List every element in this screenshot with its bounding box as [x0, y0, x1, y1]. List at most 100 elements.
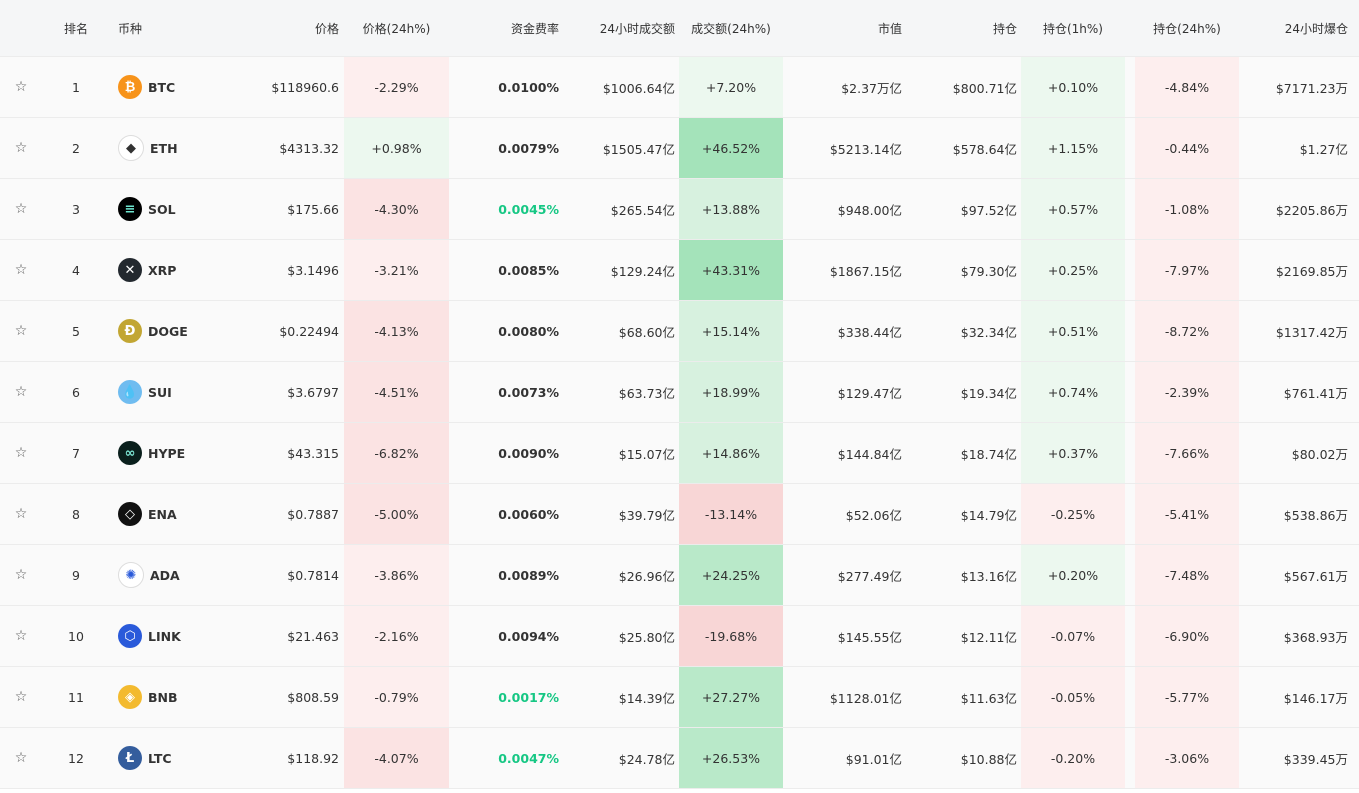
price-change-cell: -3.21%: [344, 240, 449, 300]
price-cell: $43.315: [287, 445, 339, 461]
oi-24h-cell: -4.84%: [1135, 57, 1239, 117]
funding-rate-cell: 0.0080%: [498, 323, 559, 339]
liquidation-cell: $80.02万: [1291, 446, 1348, 462]
open-interest-cell: $97.52亿: [960, 202, 1017, 218]
oi-1h-cell: +0.25%: [1021, 240, 1125, 300]
favorite-star-icon[interactable]: ☆: [0, 606, 42, 666]
rank-cell: 3: [72, 201, 80, 217]
price-change-cell: -5.00%: [344, 484, 449, 544]
price-change-cell: -0.79%: [344, 667, 449, 727]
volume-cell: $26.96亿: [618, 568, 675, 584]
volume-change-cell: +46.52%: [679, 118, 783, 178]
table-row[interactable]: ☆ 4 ✕ XRP $3.1496 -3.21% 0.0085% $129.24亿 +43.31…: [0, 240, 1359, 301]
open-interest-cell: $800.71亿: [952, 80, 1017, 96]
header-market-cap[interactable]: 市值: [783, 0, 902, 56]
favorite-star-icon[interactable]: ☆: [0, 728, 42, 788]
rank-cell: 5: [72, 323, 80, 339]
header-open-interest[interactable]: 持仓: [902, 0, 1017, 56]
header-rank[interactable]: 排名: [42, 0, 110, 56]
table-row[interactable]: ☆ 1 ₿ BTC $118960.6 -2.29% 0.0100% $1006.64亿 +7.…: [0, 57, 1359, 118]
market-cap-cell: $144.84亿: [837, 446, 902, 462]
oi-24h-cell: -7.66%: [1135, 423, 1239, 483]
rank-cell: 10: [68, 628, 84, 644]
bnb-icon: ◈: [118, 685, 142, 709]
price-change-cell: -2.29%: [344, 57, 449, 117]
liquidation-cell: $2205.86万: [1275, 202, 1348, 218]
table-row[interactable]: ☆ 9 ✺ ADA $0.7814 -3.86% 0.0089% $26.96亿 +24.25%…: [0, 545, 1359, 606]
favorite-star-icon[interactable]: ☆: [0, 545, 42, 605]
table-row[interactable]: ☆ 10 ⬡ LINK $21.463 -2.16% 0.0094% $25.80亿 -19.6…: [0, 606, 1359, 667]
header-oi-1h[interactable]: 持仓(1h%): [1021, 0, 1125, 56]
favorite-star-icon[interactable]: ☆: [0, 179, 42, 239]
price-cell: $118960.6: [271, 79, 339, 95]
oi-1h-cell: -0.20%: [1021, 728, 1125, 788]
market-cap-cell: $1867.15亿: [829, 263, 902, 279]
liquidation-cell: $7171.23万: [1275, 80, 1348, 96]
volume-cell: $1006.64亿: [602, 80, 675, 96]
price-change-cell: -3.86%: [344, 545, 449, 605]
funding-rate-cell: 0.0047%: [498, 750, 559, 766]
volume-change-cell: -13.14%: [679, 484, 783, 544]
favorite-star-icon[interactable]: ☆: [0, 118, 42, 178]
table-row[interactable]: ☆ 6 💧 SUI $3.6797 -4.51% 0.0073% $63.73亿 +18.99%…: [0, 362, 1359, 423]
header-volume-change[interactable]: 成交额(24h%): [679, 0, 783, 56]
header-price-change[interactable]: 价格(24h%): [344, 0, 449, 56]
coin-symbol: BTC: [148, 79, 176, 95]
volume-cell: $14.39亿: [618, 690, 675, 706]
volume-change-cell: -19.68%: [679, 606, 783, 666]
open-interest-cell: $18.74亿: [960, 446, 1017, 462]
market-cap-cell: $1128.01亿: [829, 690, 902, 706]
coin-symbol: ADA: [150, 567, 180, 583]
coin-symbol: HYPE: [148, 445, 186, 461]
price-cell: $4313.32: [279, 140, 339, 156]
header-price[interactable]: 价格: [228, 0, 339, 56]
oi-24h-cell: -7.97%: [1135, 240, 1239, 300]
volume-change-cell: +13.88%: [679, 179, 783, 239]
table-row[interactable]: ☆ 12 Ł LTC $118.92 -4.07% 0.0047% $24.78亿 +26.53…: [0, 728, 1359, 789]
ethereum-icon: ◆: [118, 135, 144, 161]
cardano-icon: ✺: [118, 562, 144, 588]
liquidation-cell: $538.86万: [1283, 507, 1348, 523]
favorite-star-icon[interactable]: ☆: [0, 423, 42, 483]
oi-24h-cell: -2.39%: [1135, 362, 1239, 422]
table-row[interactable]: ☆ 3 ≡ SOL $175.66 -4.30% 0.0045% $265.54亿 +13.88…: [0, 179, 1359, 240]
liquidation-cell: $146.17万: [1283, 690, 1348, 706]
volume-cell: $15.07亿: [618, 446, 675, 462]
oi-24h-cell: -8.72%: [1135, 301, 1239, 361]
table-row[interactable]: ☆ 2 ◆ ETH $4313.32 +0.98% 0.0079% $1505.47亿 +46.…: [0, 118, 1359, 179]
liquidation-cell: $761.41万: [1283, 385, 1348, 401]
header-oi-24h[interactable]: 持仓(24h%): [1135, 0, 1239, 56]
favorite-star-icon[interactable]: ☆: [0, 240, 42, 300]
funding-rate-cell: 0.0017%: [498, 689, 559, 705]
ethena-icon: ◇: [118, 502, 142, 526]
favorite-star-icon[interactable]: ☆: [0, 484, 42, 544]
market-cap-cell: $338.44亿: [837, 324, 902, 340]
table-body: ☆ 1 ₿ BTC $118960.6 -2.29% 0.0100% $1006.64亿 +7.…: [0, 57, 1359, 789]
table-row[interactable]: ☆ 5 Ð DOGE $0.22494 -4.13% 0.0080% $68.60亿 +15.1…: [0, 301, 1359, 362]
header-liquidation[interactable]: 24小时爆仓: [1239, 0, 1348, 56]
market-cap-cell: $145.55亿: [837, 629, 902, 645]
volume-change-cell: +24.25%: [679, 545, 783, 605]
volume-change-cell: +15.14%: [679, 301, 783, 361]
open-interest-cell: $79.30亿: [960, 263, 1017, 279]
favorite-star-icon[interactable]: ☆: [0, 57, 42, 117]
table-header: 排名 币种 价格 价格(24h%) 资金费率 24小时成交额 成交额(24h%)…: [0, 0, 1359, 57]
coin-symbol: DOGE: [148, 323, 188, 339]
market-cap-cell: $5213.14亿: [829, 141, 902, 157]
market-cap-cell: $91.01亿: [845, 751, 902, 767]
rank-cell: 9: [72, 567, 80, 583]
open-interest-cell: $32.34亿: [960, 324, 1017, 340]
open-interest-cell: $11.63亿: [960, 690, 1017, 706]
rank-cell: 7: [72, 445, 80, 461]
table-row[interactable]: ☆ 8 ◇ ENA $0.7887 -5.00% 0.0060% $39.79亿 -13.14%…: [0, 484, 1359, 545]
favorite-star-icon[interactable]: ☆: [0, 667, 42, 727]
coin-symbol: SOL: [148, 201, 176, 217]
favorite-star-icon[interactable]: ☆: [0, 362, 42, 422]
table-row[interactable]: ☆ 11 ◈ BNB $808.59 -0.79% 0.0017% $14.39亿 +27.27…: [0, 667, 1359, 728]
favorite-star-icon[interactable]: ☆: [0, 301, 42, 361]
header-funding-rate[interactable]: 资金费率: [449, 0, 559, 56]
header-volume[interactable]: 24小时成交额: [566, 0, 675, 56]
bitcoin-icon: ₿: [118, 75, 142, 99]
table-row[interactable]: ☆ 7 ∞ HYPE $43.315 -6.82% 0.0090% $15.07亿 +14.86…: [0, 423, 1359, 484]
coin-symbol: LINK: [148, 628, 181, 644]
